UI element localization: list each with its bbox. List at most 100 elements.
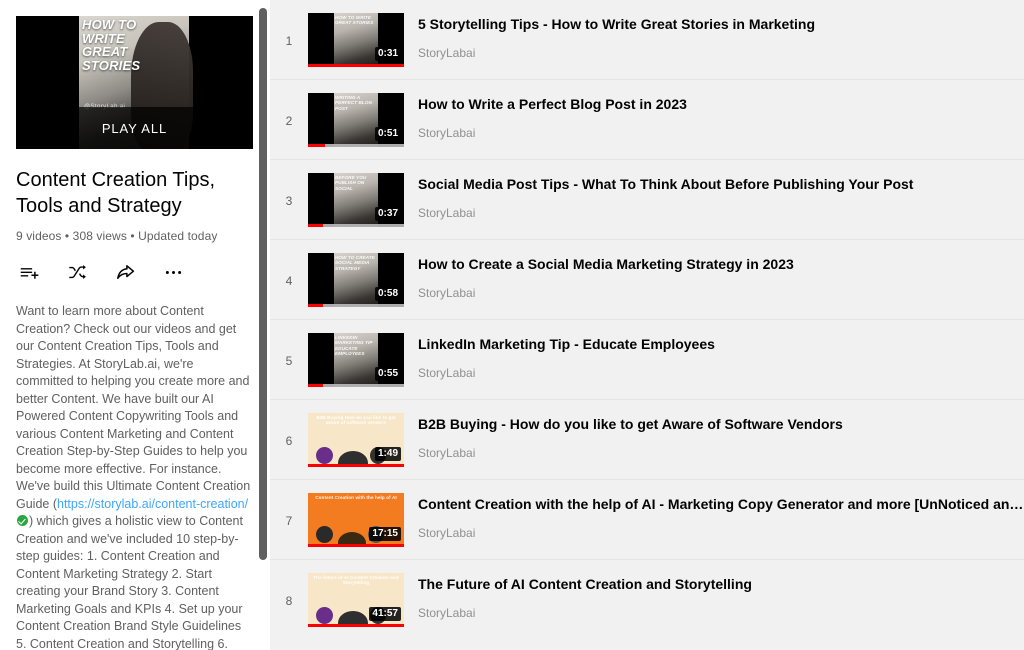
video-thumbnail[interactable]: WRITING A PERFECT BLOG POST 0:51 (308, 93, 404, 147)
playlist-hero-thumbnail[interactable]: HOW TO WRITE GREAT STORIES @StoryLab.ai … (16, 16, 253, 149)
video-title[interactable]: Content Creation with the help of AI - M… (418, 494, 1024, 514)
video-title[interactable]: Social Media Post Tips - What To Think A… (418, 174, 1024, 194)
shuffle-icon[interactable] (66, 261, 88, 283)
watch-progress-fill (308, 464, 404, 467)
video-channel[interactable]: StoryLabai (418, 366, 1024, 380)
thumbnail-overlay-text: HOW TO CREATE SOCIAL MEDIA STRATEGY (335, 255, 375, 271)
video-row[interactable]: 3 BEFORE YOU PUBLISH ON SOCIAL 0:37 Social … (270, 160, 1024, 240)
video-title[interactable]: LinkedIn Marketing Tip - Educate Employe… (418, 334, 1024, 354)
video-row[interactable]: 5 LINKEDIN MARKETING TIP EDUCATE EMPLOYEE… (270, 320, 1024, 400)
video-index: 8 (285, 594, 293, 608)
thumbnail-overlay-text: The future of AI Content Creation and St… (313, 575, 399, 586)
video-duration-badge: 1:49 (374, 447, 401, 461)
hero-artwork-text: HOW TO WRITE GREAT STORIES (82, 17, 141, 73)
watch-progress-track (308, 624, 404, 627)
video-duration-badge: 41:57 (369, 607, 401, 621)
video-row[interactable]: 1 HOW TO WRITE GREAT STORIES 0:31 5 Storyte… (270, 0, 1024, 80)
video-row[interactable]: 2 WRITING A PERFECT BLOG POST 0:51 How to W… (270, 80, 1024, 160)
video-text-block: The Future of AI Content Creation and St… (404, 572, 1024, 620)
video-title[interactable]: B2B Buying - How do you like to get Awar… (418, 414, 1024, 434)
video-thumbnail[interactable]: HOW TO CREATE SOCIAL MEDIA STRATEGY 0:58 (308, 253, 404, 307)
video-index: 2 (285, 114, 293, 128)
verified-badge-icon (17, 515, 28, 526)
playlist-description: Want to learn more about Content Creatio… (16, 303, 254, 650)
video-row[interactable]: 4 HOW TO CREATE SOCIAL MEDIA STRATEGY 0:58… (270, 240, 1024, 320)
watch-progress-track (308, 384, 404, 387)
watch-progress-track (308, 304, 404, 307)
video-title[interactable]: How to Create a Social Media Marketing S… (418, 254, 1024, 274)
description-text-after: ) which gives a holistic view to Content… (16, 514, 243, 650)
video-list: 1 HOW TO WRITE GREAT STORIES 0:31 5 Storyte… (270, 0, 1024, 640)
sidebar-scrollbar[interactable] (256, 0, 270, 650)
video-channel[interactable]: StoryLabai (418, 286, 1024, 300)
watch-progress-track (308, 64, 404, 67)
video-duration-badge: 0:55 (374, 367, 401, 381)
video-thumbnail[interactable]: The future of AI Content Creation and St… (308, 573, 404, 627)
video-text-block: How to Write a Perfect Blog Post in 2023… (404, 92, 1024, 140)
sidebar-scrollbar-thumb[interactable] (259, 8, 267, 560)
description-text-before: Want to learn more about Content Creatio… (16, 304, 251, 511)
video-thumbnail[interactable]: HOW TO WRITE GREAT STORIES 0:31 (308, 13, 404, 67)
video-text-block: Content Creation with the help of AI - M… (404, 492, 1024, 540)
video-duration-badge: 0:37 (374, 207, 401, 221)
watch-progress-track (308, 464, 404, 467)
video-index: 4 (285, 274, 293, 288)
thumbnail-overlay-text: BEFORE YOU PUBLISH ON SOCIAL (335, 175, 367, 191)
video-channel[interactable]: StoryLabai (418, 206, 1024, 220)
video-channel[interactable]: StoryLabai (418, 126, 1024, 140)
save-to-playlist-icon[interactable] (18, 261, 40, 283)
video-duration-badge: 17:15 (369, 527, 401, 541)
video-thumbnail[interactable]: BEFORE YOU PUBLISH ON SOCIAL 0:37 (308, 173, 404, 227)
playlist-actions (16, 261, 254, 283)
watch-progress-track (308, 224, 404, 227)
watch-progress-fill (308, 384, 324, 387)
video-thumbnail[interactable]: Content Creation with the help of AI 17:1… (308, 493, 404, 547)
video-channel[interactable]: StoryLabai (418, 46, 1024, 60)
watch-progress-fill (308, 224, 324, 227)
video-text-block: 5 Storytelling Tips - How to Write Great… (404, 12, 1024, 60)
video-thumbnail[interactable]: B2B Buying How do you like to get aware … (308, 413, 404, 467)
thumbnail-overlay-text: HOW TO WRITE GREAT STORIES (335, 15, 374, 26)
playlist-sidebar: HOW TO WRITE GREAT STORIES @StoryLab.ai … (0, 0, 270, 650)
video-title[interactable]: The Future of AI Content Creation and St… (418, 574, 1024, 594)
video-index: 1 (285, 34, 293, 48)
thumbnail-overlay-text: B2B Buying How do you like to get aware … (316, 415, 396, 426)
watch-progress-fill (308, 64, 404, 67)
playlist-page: HOW TO WRITE GREAT STORIES @StoryLab.ai … (0, 0, 1024, 650)
video-channel[interactable]: StoryLabai (418, 606, 1024, 620)
video-list-panel: 1 HOW TO WRITE GREAT STORIES 0:31 5 Storyte… (270, 0, 1024, 650)
video-channel[interactable]: StoryLabai (418, 446, 1024, 460)
video-text-block: LinkedIn Marketing Tip - Educate Employe… (404, 332, 1024, 380)
playlist-meta: 9 videos • 308 views • Updated today (16, 229, 218, 243)
video-index: 6 (285, 434, 293, 448)
video-row[interactable]: 7 Content Creation with the help of AI 17:… (270, 480, 1024, 560)
watch-progress-fill (308, 304, 324, 307)
video-index: 3 (285, 194, 293, 208)
video-duration-badge: 0:58 (374, 287, 401, 301)
watch-progress-fill (308, 624, 404, 627)
playlist-title: Content Creation Tips, Tools and Strateg… (16, 169, 215, 217)
watch-progress-fill (308, 544, 404, 547)
watch-progress-track (308, 144, 404, 147)
more-options-icon[interactable] (162, 261, 184, 283)
video-text-block: How to Create a Social Media Marketing S… (404, 252, 1024, 300)
description-link[interactable]: https://storylab.ai/content-creation/ (57, 497, 248, 511)
watch-progress-track (308, 544, 404, 547)
video-text-block: Social Media Post Tips - What To Think A… (404, 172, 1024, 220)
video-thumbnail[interactable]: LINKEDIN MARKETING TIP EDUCATE EMPLOYEES… (308, 333, 404, 387)
video-title[interactable]: 5 Storytelling Tips - How to Write Great… (418, 14, 1024, 34)
video-row[interactable]: 8 The future of AI Content Creation and S… (270, 560, 1024, 640)
share-icon[interactable] (114, 261, 136, 283)
video-index: 5 (285, 354, 293, 368)
play-all-label: PLAY ALL (101, 120, 168, 136)
video-title[interactable]: How to Write a Perfect Blog Post in 2023 (418, 94, 1024, 114)
video-duration-badge: 0:51 (374, 127, 401, 141)
video-text-block: B2B Buying - How do you like to get Awar… (404, 412, 1024, 460)
video-row[interactable]: 6 B2B Buying How do you like to get aware… (270, 400, 1024, 480)
thumbnail-overlay-text: LINKEDIN MARKETING TIP EDUCATE EMPLOYEES (335, 335, 373, 357)
thumbnail-overlay-text: WRITING A PERFECT BLOG POST (335, 95, 373, 111)
play-all-overlay[interactable]: PLAY ALL (16, 107, 253, 149)
video-index: 7 (285, 514, 293, 528)
video-channel[interactable]: StoryLabai (418, 526, 1024, 540)
video-duration-badge: 0:31 (374, 47, 401, 61)
